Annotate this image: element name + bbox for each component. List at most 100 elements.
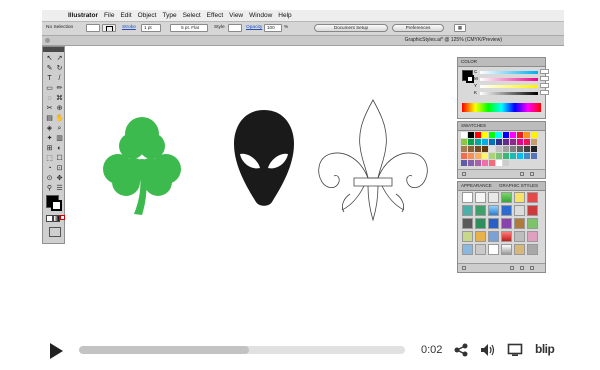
swatch[interactable] (489, 139, 495, 145)
arrange-documents-icon[interactable]: ▦ (454, 24, 466, 32)
swatch[interactable] (503, 160, 509, 166)
tab-appearance[interactable]: APPEARANCE (461, 183, 492, 188)
swatch[interactable] (468, 139, 474, 145)
color-panel-title[interactable]: COLOR (458, 58, 545, 67)
free-transform-tool-icon[interactable]: ⌕ (55, 124, 64, 133)
scale-tool-icon[interactable]: ✋ (55, 114, 64, 123)
none-mode-icon[interactable] (60, 215, 65, 220)
lasso-tool-icon[interactable]: ↻ (55, 64, 64, 73)
swatch[interactable] (517, 139, 523, 145)
zoom-tool-icon[interactable]: ⚲ (45, 184, 54, 193)
eraser-tool-icon[interactable]: ⊕ (55, 104, 64, 113)
swatch[interactable] (503, 139, 509, 145)
close-icon[interactable] (45, 38, 50, 43)
style-swatch[interactable] (228, 24, 242, 32)
graphic-style-swatch[interactable] (501, 192, 512, 203)
fill-stroke-control[interactable] (46, 195, 63, 212)
play-icon[interactable] (50, 343, 63, 359)
swatch[interactable] (503, 132, 509, 138)
swatch[interactable] (461, 132, 467, 138)
swatch[interactable] (489, 132, 495, 138)
gradient-tool-icon[interactable]: ◐ (55, 144, 64, 153)
swatch[interactable] (475, 153, 481, 159)
opacity-field[interactable]: 100 (264, 24, 282, 32)
menu-view[interactable]: View (229, 12, 243, 19)
graphic-style-swatch[interactable] (514, 218, 525, 229)
preferences-button[interactable]: Preferences (392, 24, 444, 32)
opacity-label[interactable]: Opacity (246, 25, 262, 30)
graphic-style-swatch[interactable] (488, 244, 499, 255)
stroke-color-icon[interactable] (51, 200, 62, 211)
mesh-tool-icon[interactable]: ⊞ (45, 144, 54, 153)
swatch[interactable] (475, 132, 481, 138)
warp-tool-icon[interactable]: ◈ (45, 124, 54, 133)
document-tab[interactable]: GraphicStyles.ai* @ 125% (CMYK/Preview) (42, 36, 564, 46)
graphic-style-swatch[interactable] (475, 244, 486, 255)
brand-logo[interactable]: blip (535, 342, 555, 356)
swatch[interactable] (482, 160, 488, 166)
menu-edit[interactable]: Edit (120, 12, 131, 19)
rotate-tool-icon[interactable]: ▤ (45, 114, 54, 123)
blob-brush-tool-icon[interactable]: ✂ (45, 104, 54, 113)
graphic-style-swatch[interactable] (475, 192, 486, 203)
symbol-sprayer-tool-icon[interactable]: ✦ (45, 134, 54, 143)
color-mode-icon[interactable] (46, 215, 53, 222)
swatch[interactable] (468, 132, 474, 138)
line-tool-icon[interactable]: ▭ (45, 84, 54, 93)
graph-tool-icon[interactable]: ▥ (55, 134, 64, 143)
graphic-style-swatch[interactable] (501, 244, 512, 255)
swatch[interactable] (461, 139, 467, 145)
swatches-panel-title[interactable]: SWATCHES (458, 122, 545, 131)
swatch[interactable] (496, 146, 502, 152)
graphic-style-swatch[interactable] (475, 231, 486, 242)
color-stroke-icon[interactable] (466, 75, 474, 83)
eyedropper-tool-icon[interactable]: ⬚ (45, 154, 54, 163)
app-menu[interactable]: Illustrator (68, 12, 98, 19)
swatch[interactable] (482, 146, 488, 152)
menu-object[interactable]: Object (138, 12, 157, 19)
swatch[interactable] (489, 146, 495, 152)
menu-effect[interactable]: Effect (207, 12, 224, 19)
menu-help[interactable]: Help (278, 12, 291, 19)
document-setup-button[interactable]: Document Setup (314, 24, 388, 32)
swatch[interactable] (524, 146, 530, 152)
swatch[interactable] (482, 153, 488, 159)
swatch[interactable] (503, 153, 509, 159)
swatch[interactable] (482, 132, 488, 138)
break-link-icon[interactable] (510, 266, 514, 270)
share-icon[interactable] (453, 343, 469, 357)
video-frame[interactable]: Illustrator File Edit Object Type Select… (42, 10, 564, 336)
swatch[interactable] (461, 146, 467, 152)
graphic-style-swatch[interactable] (514, 231, 525, 242)
graphic-style-swatch[interactable] (462, 218, 473, 229)
stroke-swatch[interactable] (102, 24, 116, 32)
graphic-style-swatch[interactable] (488, 192, 499, 203)
swatch[interactable] (496, 153, 502, 159)
swatch[interactable] (517, 153, 523, 159)
swatch[interactable] (482, 139, 488, 145)
swatch[interactable] (531, 139, 537, 145)
swatch[interactable] (524, 132, 530, 138)
graphic-style-swatch[interactable] (462, 192, 473, 203)
tab-graphic-styles[interactable]: GRAPHIC STYLES (499, 183, 538, 188)
graphic-style-swatch[interactable] (462, 231, 473, 242)
swatch[interactable] (517, 132, 523, 138)
pencil-tool-icon[interactable]: ⌘ (55, 94, 64, 103)
graphic-style-swatch[interactable] (501, 218, 512, 229)
screen-mode-icon[interactable] (49, 227, 61, 237)
rectangle-tool-icon[interactable]: ✏ (55, 84, 64, 93)
stroke-weight-field[interactable]: 1 pt (141, 24, 161, 32)
perspective-tool-icon[interactable]: ☰ (55, 184, 64, 193)
swatch[interactable] (496, 132, 502, 138)
delete-graphic-style-icon[interactable] (530, 266, 534, 270)
swatch[interactable] (524, 153, 530, 159)
swatch[interactable] (475, 146, 481, 152)
menu-file[interactable]: File (104, 12, 114, 19)
graphic-style-swatch[interactable] (514, 205, 525, 216)
swatch[interactable] (510, 146, 516, 152)
swatch-libraries-icon[interactable] (462, 172, 466, 176)
swatch[interactable] (510, 139, 516, 145)
swatch[interactable] (524, 139, 530, 145)
menu-window[interactable]: Window (249, 12, 272, 19)
stroke-label[interactable]: Stroke (122, 25, 136, 30)
